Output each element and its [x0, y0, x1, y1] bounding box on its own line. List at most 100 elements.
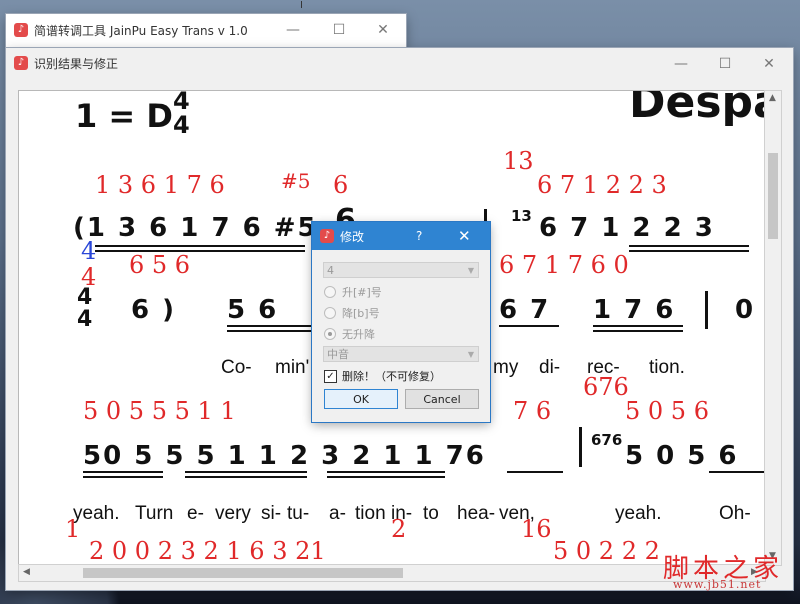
beam-line [83, 471, 163, 473]
close-button[interactable]: ✕ [360, 14, 406, 46]
vertical-scroll-thumb[interactable] [768, 153, 778, 239]
notation-row[interactable]: 5 6 [227, 295, 278, 325]
notation-row[interactable]: 0 [735, 295, 755, 325]
radio-natural[interactable]: 无升降 [324, 326, 375, 342]
minimize-button[interactable]: — [658, 48, 704, 80]
lyric: Turn [135, 503, 174, 524]
notation-row[interactable]: 6 7 [499, 295, 550, 325]
scroll-up-icon[interactable]: ▲ [769, 93, 776, 103]
beam-line [629, 245, 749, 247]
notation-row[interactable]: 6 7 1 2 2 3 [539, 213, 715, 243]
lyric: Oh- [719, 503, 751, 524]
beam-line [327, 471, 445, 473]
ocr-label[interactable]: 5 0 2 2 2 [553, 537, 660, 565]
radio-circle [324, 328, 336, 340]
beam-line [709, 471, 765, 473]
checkmark-icon: ✓ [324, 369, 337, 383]
main-window: ♪ 简谱转调工具 JainPu Easy Trans v 1.0 — ☐ ✕ [6, 14, 406, 48]
notation-row[interactable]: 1 7 6 [593, 295, 675, 325]
dialog-close-button[interactable]: ✕ [458, 227, 471, 245]
delete-checkbox[interactable]: ✓ 删除！（不可修复） [324, 368, 441, 384]
ocr-label[interactable]: 16 [521, 515, 552, 543]
vertical-scrollbar[interactable]: ▲ ▼ [764, 90, 782, 566]
beam-line [95, 250, 305, 252]
result-window-title: 识别结果与修正 [34, 56, 119, 71]
radio-label: 无升降 [342, 328, 375, 341]
notation-row[interactable]: (1 3 6 1 7 6 #5 [73, 213, 318, 243]
grace-notes: 13 [511, 207, 532, 225]
notation-row[interactable]: 5 0 5 6 [625, 441, 739, 471]
app-icon: ♪ [14, 23, 28, 37]
beam-line [507, 471, 563, 473]
delete-label: 删除！（不可修复） [342, 370, 441, 383]
beam-line [83, 476, 163, 478]
main-window-title: 简谱转调工具 JainPu Easy Trans v 1.0 [34, 23, 248, 38]
bar-line [579, 427, 582, 467]
ocr-label[interactable]: 676 [583, 373, 629, 401]
ocr-label[interactable]: 13 [503, 147, 534, 175]
beam-line [227, 325, 317, 327]
cancel-button[interactable]: Cancel [405, 389, 479, 409]
ocr-label[interactable]: 1 [65, 515, 80, 543]
minimize-button[interactable]: — [270, 14, 316, 46]
maximize-button[interactable]: ☐ [702, 48, 748, 80]
lyric: di- [539, 357, 561, 378]
app-icon: ♪ [320, 229, 334, 243]
beam-line [327, 476, 445, 478]
note-select[interactable]: 4 ▼ [323, 262, 479, 278]
ok-button[interactable]: OK [324, 389, 398, 409]
ocr-label[interactable]: 6 5 6 [129, 251, 190, 279]
ocr-label[interactable]: 5 0 5 5 5 1 1 [83, 397, 236, 425]
beam-line [593, 330, 683, 332]
lyric: si- [261, 503, 282, 524]
lyric: hea- [457, 503, 496, 524]
lyric: my [493, 357, 519, 378]
beam-line [95, 245, 305, 247]
radio-circle [324, 286, 336, 298]
ocr-label[interactable]: 6 7 1 2 2 3 [537, 171, 667, 199]
dialog-titlebar[interactable]: ♪ 修改 ? ✕ [312, 222, 490, 250]
octave-select[interactable]: 中音 ▼ [323, 346, 479, 362]
song-title: Despa [629, 90, 765, 128]
watermark-url: www.jb51.net [673, 578, 762, 591]
lyric: min' [275, 357, 310, 378]
notation-row[interactable]: 50 5 5 5 1 1 2 3 2 1 1 76 [83, 441, 486, 471]
note-select-value: 4 [327, 264, 334, 277]
radio-flat[interactable]: 降[b]号 [324, 305, 380, 321]
beam-line [593, 325, 683, 327]
ocr-label[interactable]: 5 0 5 6 [625, 397, 709, 425]
horizontal-scrollbar[interactable]: ◀ ▶ [18, 564, 766, 582]
lyric: Co- [221, 357, 252, 378]
help-button[interactable]: ? [416, 229, 422, 243]
app-icon: ♪ [14, 56, 28, 70]
ocr-label[interactable]: 2 [391, 515, 406, 543]
radio-sharp[interactable]: 升[#]号 [324, 284, 382, 300]
chevron-down-icon: ▼ [467, 266, 474, 275]
beam-line [629, 250, 749, 252]
beam-line [185, 476, 307, 478]
ocr-label[interactable]: 7 6 [513, 397, 551, 425]
result-titlebar[interactable]: ♪ 识别结果与修正 — ☐ ✕ [6, 48, 793, 78]
ocr-label[interactable]: 2 0 0 2 3 2 1 6 3 21 [89, 537, 326, 565]
close-button[interactable]: ✕ [746, 48, 792, 80]
ocr-label[interactable]: 1 3 6 1 7 6 [95, 171, 225, 199]
lyric: tu- [287, 503, 310, 524]
beam-line [227, 330, 317, 332]
chevron-down-icon: ▼ [467, 350, 474, 359]
grace-notes: 676 [591, 431, 623, 449]
beam-line [499, 325, 559, 327]
lyric: to [423, 503, 439, 524]
horizontal-scroll-thumb[interactable] [83, 568, 403, 578]
ocr-label[interactable]: 6 [333, 171, 348, 199]
time-signature-bottom: 4 [77, 307, 93, 332]
ocr-label[interactable]: 6 7 1 7 6 0 [499, 251, 629, 279]
ocr-label[interactable]: #5 [281, 169, 310, 193]
scroll-left-icon[interactable]: ◀ [23, 567, 30, 577]
maximize-button[interactable]: ☐ [316, 14, 362, 46]
octave-select-value: 中音 [327, 348, 349, 361]
notation-row[interactable]: 6 ) [131, 295, 176, 325]
lyric: e- [187, 503, 204, 524]
main-titlebar[interactable]: ♪ 简谱转调工具 JainPu Easy Trans v 1.0 — ☐ ✕ [6, 14, 406, 46]
key-signature: 1 = D [75, 97, 173, 135]
ocr-label-selected[interactable]: 4 [81, 237, 96, 265]
